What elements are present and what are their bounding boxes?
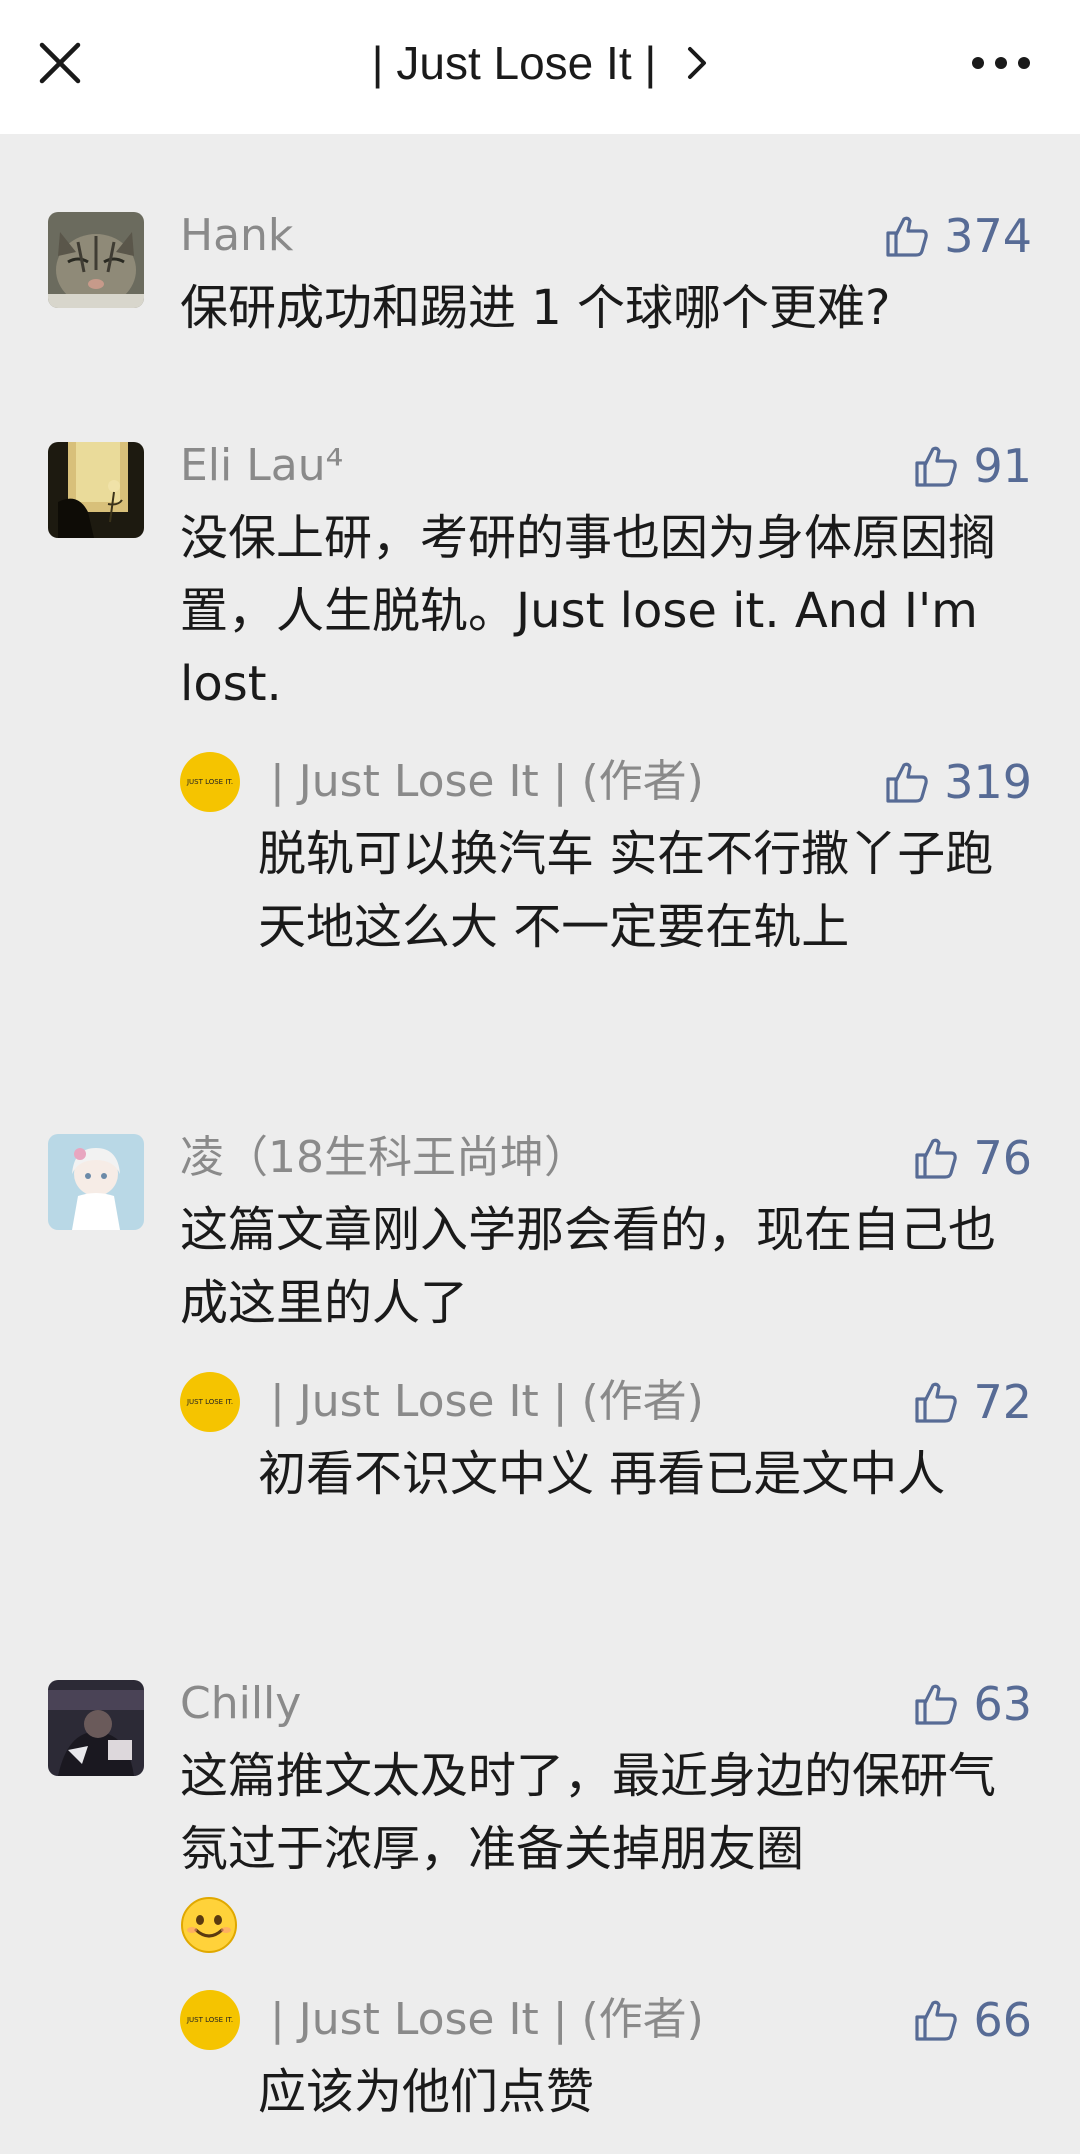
author-avatar[interactable]: JUST LOSE IT. — [180, 1372, 240, 1432]
author-avatar[interactable]: JUST LOSE IT. — [180, 752, 240, 812]
reply-text: 初看不识文中义 再看已是文中人 — [258, 1446, 946, 1502]
comment-text: 保研成功和踢进 1 个球哪个更难? — [180, 280, 891, 336]
thumbs-up-icon — [886, 762, 928, 803]
top-bar: | Just Lose It | — [0, 0, 1080, 134]
page-title: | Just Lose It | — [371, 37, 657, 89]
like-count: 66 — [973, 1993, 1032, 2047]
comment-author[interactable]: Eli Lau⁴ — [180, 436, 343, 496]
reply-author[interactable]: | Just Lose It | (作者) — [270, 752, 704, 812]
like-button[interactable]: 63 — [913, 1674, 1032, 1734]
thumbs-up-icon — [915, 2000, 958, 2041]
comment-text: 这篇文章刚入学那会看的，现在自己也成这里的人了 — [180, 1202, 997, 1331]
thumbs-up-icon — [915, 446, 958, 487]
thumbs-up-icon — [915, 1684, 958, 1725]
author-avatar[interactable]: JUST LOSE IT. — [180, 1990, 240, 2050]
like-button[interactable]: 91 — [913, 436, 1032, 496]
avatar[interactable] — [48, 1134, 144, 1230]
thumbs-up-icon — [886, 216, 928, 257]
like-count: 319 — [944, 755, 1032, 809]
reply-author[interactable]: | Just Lose It | (作者) — [270, 1990, 704, 2050]
account-title-link[interactable]: | Just Lose It | — [0, 30, 1080, 96]
smile-emoji-icon — [181, 1897, 237, 1953]
comment-text: 没保上研，考研的事也因为身体原因搁置，人生脱轨。Just lose it. An… — [180, 510, 997, 712]
like-button[interactable]: 319 — [884, 752, 1032, 812]
reply-text: 应该为他们点赞 — [258, 2064, 595, 2120]
like-button[interactable]: 76 — [913, 1128, 1032, 1188]
comment-author[interactable]: Hank — [180, 206, 293, 266]
reply-text: 脱轨可以换汽车 实在不行撒丫子跑 天地这么大 不一定要在轨上 — [258, 826, 994, 955]
comment-text: 这篇推文太及时了，最近身边的保研气氛过于浓厚，准备关掉朋友圈 — [180, 1740, 1000, 1959]
like-button[interactable]: 66 — [913, 1990, 1032, 2050]
like-count: 63 — [973, 1677, 1032, 1731]
more-dots-icon — [972, 57, 1030, 69]
comment-text-content: 这篇推文太及时了，最近身边的保研气氛过于浓厚，准备关掉朋友圈 — [180, 1748, 997, 1877]
thumbs-up-icon — [915, 1382, 958, 1423]
like-count: 374 — [944, 209, 1032, 263]
avatar[interactable] — [48, 442, 144, 538]
like-count: 72 — [973, 1375, 1032, 1429]
avatar[interactable] — [48, 212, 144, 308]
avatar[interactable] — [48, 1680, 144, 1776]
comment-author[interactable]: Chilly — [180, 1674, 301, 1734]
like-count: 76 — [973, 1131, 1032, 1185]
reply-author[interactable]: | Just Lose It | (作者) — [270, 1372, 704, 1432]
chevron-right-icon — [686, 45, 708, 81]
comment-author[interactable]: 凌（18生科王尚坤） — [180, 1128, 588, 1188]
thumbs-up-icon — [915, 1138, 958, 1179]
like-count: 91 — [973, 439, 1032, 493]
more-button[interactable] — [966, 30, 1036, 96]
like-button[interactable]: 72 — [913, 1372, 1032, 1432]
like-button[interactable]: 374 — [884, 206, 1032, 266]
